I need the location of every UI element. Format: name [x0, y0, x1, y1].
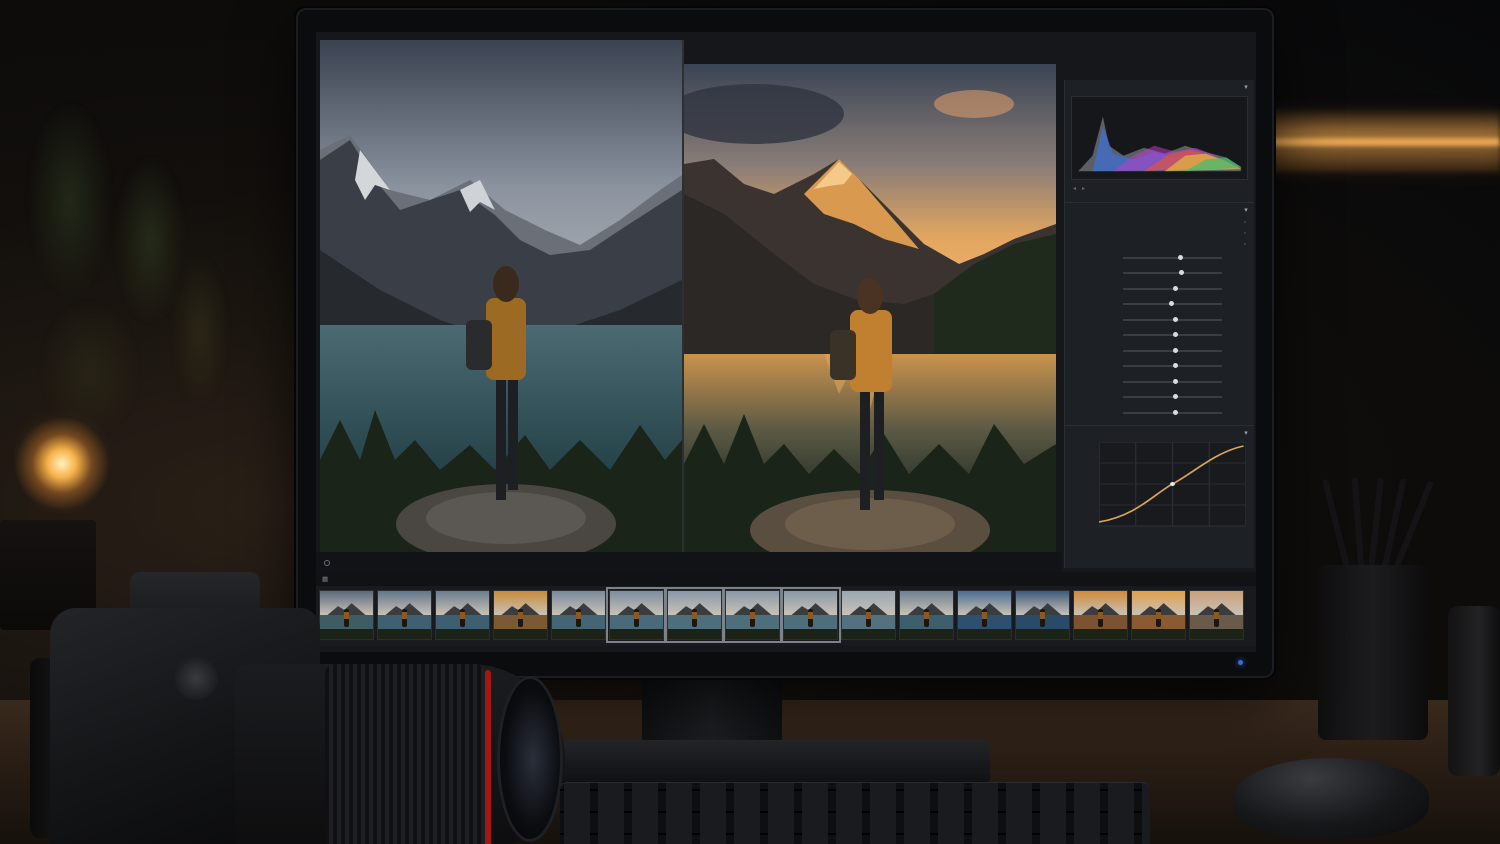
slider-track[interactable] [1123, 301, 1222, 307]
lens-focus-ring [325, 664, 485, 844]
filmstrip-thumbnail[interactable] [1131, 590, 1186, 640]
slider-knob[interactable] [1168, 301, 1174, 307]
filmstrip-thumbnail[interactable] [899, 590, 954, 640]
clipping-highlight-icon[interactable]: ▸ [1082, 185, 1085, 192]
desk-lamp-bulb [14, 402, 110, 514]
shelf-light [1270, 108, 1500, 172]
before-image[interactable] [320, 40, 682, 554]
adjustment-slider[interactable] [1065, 359, 1254, 375]
preset-row[interactable]: ◦ [1065, 217, 1254, 228]
collapse-icon[interactable]: ▾ [1244, 83, 1248, 91]
adjustment-slider[interactable] [1065, 390, 1254, 406]
monitor-stand-neck [642, 676, 782, 748]
slider-knob[interactable] [1172, 347, 1178, 353]
filmstrip-thumbnail[interactable] [1189, 590, 1244, 640]
view-mode-icon[interactable] [324, 560, 330, 566]
adjustment-slider[interactable] [1065, 266, 1254, 282]
spare-lens [1448, 606, 1500, 776]
slider-track[interactable] [1123, 347, 1222, 353]
preset-row[interactable]: ◦ [1065, 228, 1254, 239]
power-led [1238, 660, 1243, 665]
adjustment-slider[interactable] [1065, 312, 1254, 328]
slider-knob[interactable] [1172, 332, 1178, 338]
filmstrip-thumbnail[interactable] [1073, 590, 1128, 640]
histogram-footer: ◂ ▸ [1065, 180, 1254, 196]
adjustment-sliders [1065, 250, 1254, 421]
slider-knob[interactable] [1172, 316, 1178, 322]
after-image[interactable] [684, 64, 1056, 554]
slider-knob[interactable] [1172, 394, 1178, 400]
slider-track[interactable] [1123, 316, 1222, 322]
slider-knob[interactable] [1178, 254, 1184, 260]
pen-cup [1318, 565, 1428, 740]
adjustment-slider[interactable] [1065, 328, 1254, 344]
adjustment-slider[interactable] [1065, 281, 1254, 297]
adjustment-slider[interactable] [1065, 297, 1254, 313]
lens-red-ring [485, 670, 491, 844]
camera [30, 568, 570, 844]
filmstrip-thumbnail[interactable] [780, 587, 841, 643]
mouse [1233, 758, 1429, 838]
develop-panel: ▾ ◂ ▸ ▾ ◦ ◦ ◦ ▾ [1064, 80, 1254, 568]
clipping-shadow-icon[interactable]: ◂ [1073, 185, 1076, 192]
collapse-icon[interactable]: ▾ [1244, 206, 1248, 214]
basic-header: ▾ [1065, 203, 1254, 217]
slider-knob[interactable] [1179, 270, 1185, 276]
histogram-header: ▾ [1065, 80, 1254, 94]
histogram [1071, 96, 1248, 180]
filmstrip-thumbnail[interactable] [1015, 590, 1070, 640]
adjustment-slider[interactable] [1065, 374, 1254, 390]
filmstrip-thumbnail[interactable] [606, 587, 667, 643]
slider-track[interactable] [1123, 394, 1222, 400]
camera-dial [174, 656, 218, 700]
filmstrip-thumbnail[interactable] [664, 587, 725, 643]
slider-track[interactable] [1123, 378, 1222, 384]
tone-curve[interactable] [1099, 441, 1246, 534]
adjustment-slider[interactable] [1065, 250, 1254, 266]
camera-lens [235, 664, 565, 844]
slider-track[interactable] [1123, 270, 1222, 276]
lens-front-element [497, 676, 563, 842]
slider-knob[interactable] [1172, 378, 1178, 384]
filmstrip-thumbnail[interactable] [957, 590, 1012, 640]
adjustment-slider[interactable] [1065, 405, 1254, 421]
slider-track[interactable] [1123, 409, 1222, 415]
preset-row[interactable]: ◦ [1065, 239, 1254, 250]
slider-knob[interactable] [1172, 285, 1178, 291]
adjustment-slider[interactable] [1065, 343, 1254, 359]
monitor-stand-base [560, 740, 990, 784]
tone-curve-header: ▾ [1065, 426, 1254, 440]
filmstrip-thumbnail[interactable] [722, 587, 783, 643]
background-plant [0, 40, 240, 460]
slider-track[interactable] [1123, 285, 1222, 291]
collapse-icon[interactable]: ▾ [1244, 429, 1248, 437]
slider-knob[interactable] [1172, 363, 1178, 369]
filmstrip-thumbnail[interactable] [841, 590, 896, 640]
keyboard [560, 782, 1150, 844]
slider-knob[interactable] [1172, 409, 1178, 415]
slider-track[interactable] [1123, 254, 1222, 260]
photo-editor-screen: ▾ ◂ ▸ ▾ ◦ ◦ ◦ ▾ ▦ [316, 32, 1256, 652]
pens [1321, 470, 1445, 571]
slider-track[interactable] [1123, 332, 1222, 338]
slider-track[interactable] [1123, 363, 1222, 369]
tone-curve-section: ▾ [1065, 424, 1254, 534]
basic-section: ▾ ◦ ◦ ◦ [1065, 202, 1254, 421]
